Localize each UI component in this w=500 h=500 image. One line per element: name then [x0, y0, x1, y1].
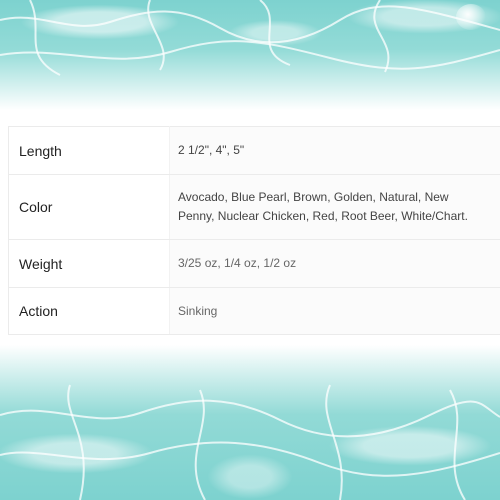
caustic-pattern-bottom	[0, 384, 500, 500]
spec-label-weight: Weight	[8, 239, 170, 288]
caustic-pattern-top	[0, 0, 500, 76]
spec-label-action: Action	[8, 287, 170, 335]
product-specs-table: Length 2 1/2", 4", 5" Color Avocado, Blu…	[8, 126, 500, 335]
spec-row-weight: Weight 3/25 oz, 1/4 oz, 1/2 oz	[8, 239, 500, 288]
spec-row-color: Color Avocado, Blue Pearl, Brown, Golden…	[8, 174, 500, 240]
water-background-top	[0, 0, 500, 110]
spec-value-color: Avocado, Blue Pearl, Brown, Golden, Natu…	[169, 174, 500, 240]
spec-label-color: Color	[8, 174, 170, 240]
water-background-bottom	[0, 345, 500, 500]
spec-value-action: Sinking	[169, 287, 500, 335]
spec-label-length: Length	[8, 126, 170, 175]
bubble-highlight	[456, 4, 486, 30]
page: Length 2 1/2", 4", 5" Color Avocado, Blu…	[0, 0, 500, 500]
spec-row-length: Length 2 1/2", 4", 5"	[8, 126, 500, 175]
spec-row-action: Action Sinking	[8, 287, 500, 335]
spec-value-length: 2 1/2", 4", 5"	[169, 126, 500, 175]
spec-value-weight: 3/25 oz, 1/4 oz, 1/2 oz	[169, 239, 500, 288]
